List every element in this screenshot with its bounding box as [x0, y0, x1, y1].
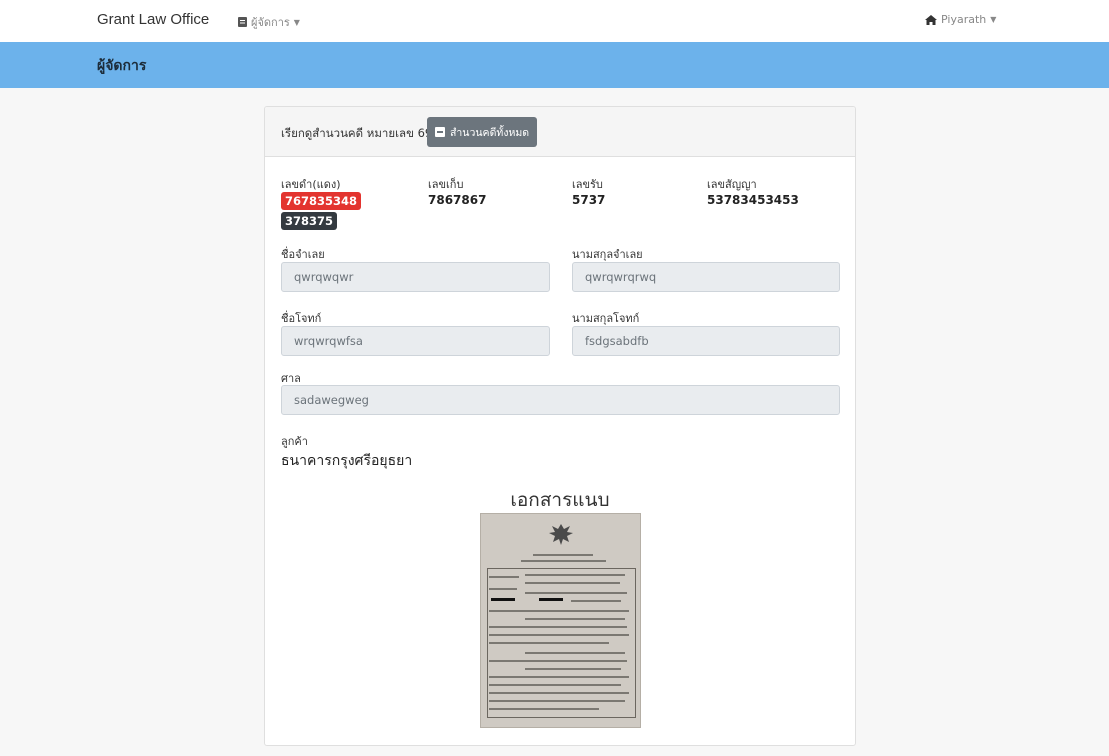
garuda-emblem-icon: [549, 524, 573, 545]
plaintiff-surname-label: นามสกุลโจทก์: [572, 312, 640, 325]
defendant-surname-field[interactable]: qwrqwrqrwq: [572, 262, 840, 292]
case-title: เรียกดูสำนวนคดี หมายเลข 69: [281, 126, 433, 140]
page-header: ผู้จัดการ: [0, 42, 1109, 88]
all-cases-button-label: สำนวนคดีทั้งหมด: [450, 126, 530, 139]
storage-number-label: เลขเก็บ: [428, 178, 464, 191]
case-card: เรียกดูสำนวนคดี หมายเลข 69 สำนวนคดีทั้งห…: [264, 106, 856, 746]
contract-number-label: เลขสัญญา: [707, 178, 757, 191]
chevron-down-icon: ▼: [990, 15, 997, 24]
receive-number-label: เลขรับ: [572, 178, 603, 191]
home-icon: [925, 14, 937, 25]
black-number-badge: 378375: [281, 212, 338, 230]
defendant-surname-label: นามสกุลจำเลย: [572, 248, 643, 261]
card-header: เรียกดูสำนวนคดี หมายเลข 69 สำนวนคดีทั้งห…: [265, 107, 855, 157]
manager-menu-dropdown[interactable]: ผู้จัดการ ▼: [238, 13, 300, 31]
plaintiff-name-label: ชื่อโจทก์: [281, 312, 322, 325]
receive-number-value: 5737: [572, 193, 606, 207]
defendant-name-label: ชื่อจำเลย: [281, 248, 325, 261]
attached-document-image[interactable]: [480, 513, 641, 728]
attachments-title: เอกสารแนบ: [510, 489, 610, 511]
page-title: ผู้จัดการ: [97, 58, 147, 74]
court-field[interactable]: sadawegweg: [281, 385, 840, 415]
red-number-label: เลขดำ(แดง): [281, 178, 341, 191]
chevron-down-icon: ▼: [293, 17, 300, 27]
contract-number-value: 53783453453: [707, 193, 799, 207]
document-icon: [238, 17, 247, 27]
all-cases-button[interactable]: สำนวนคดีทั้งหมด: [427, 117, 538, 147]
plaintiff-name-field[interactable]: wrqwrqwfsa: [281, 326, 550, 356]
client-label: ลูกค้า: [281, 435, 308, 448]
storage-number-value: 7867867: [428, 193, 487, 207]
brand-link[interactable]: Grant Law Office: [97, 11, 209, 28]
red-number-badge: 767835348: [281, 192, 362, 210]
navbar: Grant Law Office ผู้จัดการ ▼ Piyarath ▼: [0, 0, 1109, 42]
list-icon: [435, 127, 445, 137]
client-value: ธนาคารกรุงศรีอยุธยา: [281, 453, 413, 469]
plaintiff-surname-field[interactable]: fsdgsabdfb: [572, 326, 840, 356]
user-name: Piyarath: [941, 13, 987, 26]
manager-menu-label: ผู้จัดการ: [251, 16, 290, 29]
defendant-name-field[interactable]: qwrqwqwr: [281, 262, 550, 292]
user-menu-dropdown[interactable]: Piyarath ▼: [925, 13, 996, 26]
